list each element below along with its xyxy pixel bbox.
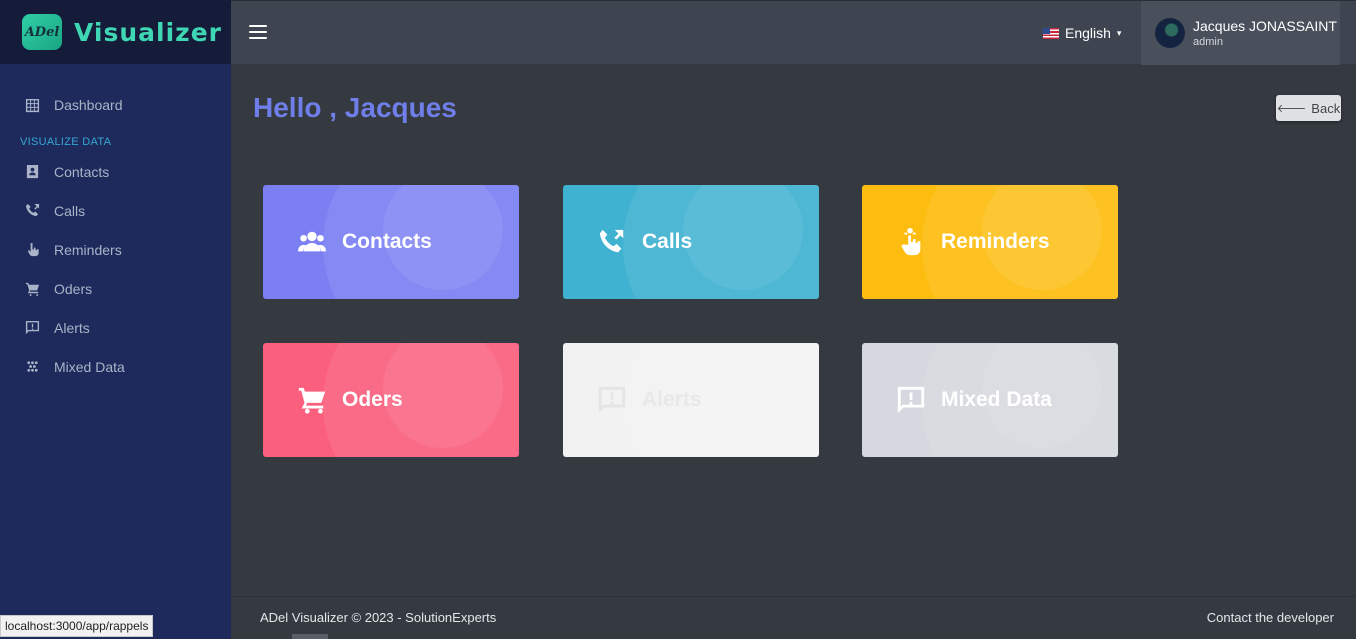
dots-grid-icon <box>24 359 40 375</box>
sidebar-nav: Dashboard VISUALIZE DATA Contacts Calls … <box>0 64 231 386</box>
sidebar-item-reminders[interactable]: Reminders <box>0 230 231 269</box>
card-contacts[interactable]: Contacts <box>263 185 519 299</box>
user-menu[interactable]: Jacques JONASSAINT admin <box>1141 1 1340 65</box>
sidebar-item-label: Reminders <box>54 241 122 258</box>
sidebar-item-calls[interactable]: Calls <box>0 191 231 230</box>
users-icon <box>296 226 328 258</box>
browser-status-url: localhost:3000/app/rappels <box>0 615 154 637</box>
arrow-left-icon: 🡐 <box>1276 103 1307 115</box>
contact-developer-link[interactable]: Contact the developer <box>1207 610 1334 625</box>
us-flag-icon <box>1043 27 1059 39</box>
sidebar-section-title: VISUALIZE DATA <box>20 136 112 148</box>
card-label: Oders <box>342 388 403 411</box>
language-selector[interactable]: English ▾ <box>1043 25 1121 41</box>
alert-message-icon <box>895 384 927 416</box>
footer-copyright: ADel Visualizer © 2023 - SolutionExperts <box>260 610 497 625</box>
card-label: Reminders <box>941 230 1050 253</box>
sidebar-item-contacts[interactable]: Contacts <box>0 152 231 191</box>
dashboard-grid-icon <box>24 97 40 113</box>
card-reminders[interactable]: Reminders <box>862 185 1118 299</box>
card-oders[interactable]: Oders <box>263 343 519 457</box>
sidebar-item-label: Alerts <box>54 319 90 336</box>
card-label: Alerts <box>642 388 702 411</box>
hand-reminder-icon <box>895 226 927 258</box>
footer: ADel Visualizer © 2023 - SolutionExperts… <box>231 596 1356 639</box>
page-title: Hello , Jacques <box>253 92 457 123</box>
brand[interactable]: ADel Visualizer <box>0 0 231 64</box>
card-mixed-data[interactable]: Mixed Data <box>862 343 1118 457</box>
sidebar-item-label: Mixed Data <box>54 358 125 375</box>
card-calls[interactable]: Calls <box>563 185 819 299</box>
cart-icon <box>24 281 40 297</box>
alert-message-icon <box>24 320 40 336</box>
hand-pointer-icon <box>24 242 40 258</box>
avatar <box>1155 18 1185 48</box>
sidebar-item-alerts[interactable]: Alerts <box>0 308 231 347</box>
card-alerts[interactable]: Alerts <box>563 343 819 457</box>
sidebar-item-label: Calls <box>54 202 86 219</box>
sidebar-item-label: Oders <box>54 280 93 297</box>
language-label: English <box>1065 25 1111 41</box>
user-role: admin <box>1193 36 1223 48</box>
cart-icon <box>296 384 328 416</box>
menu-toggle-icon[interactable] <box>249 25 267 39</box>
user-name: Jacques JONASSAINT <box>1193 18 1337 34</box>
brand-name: Visualizer <box>74 17 223 47</box>
topbar: English ▾ Jacques JONASSAINT admin <box>231 0 1356 65</box>
sidebar-item-label: Dashboard <box>54 97 123 113</box>
back-label: Back <box>1311 100 1341 116</box>
contact-card-icon <box>24 164 40 180</box>
sidebar-item-oders[interactable]: Oders <box>0 269 231 308</box>
sidebar: ADel Visualizer Dashboard VISUALIZE DATA… <box>0 0 231 639</box>
card-label: Mixed Data <box>941 388 1052 411</box>
alert-message-icon <box>596 384 628 416</box>
sidebar-item-dashboard[interactable]: Dashboard <box>0 92 231 118</box>
phone-incoming-icon <box>596 226 628 258</box>
card-label: Contacts <box>342 230 432 253</box>
phone-icon <box>24 203 40 219</box>
back-button[interactable]: 🡐 Back <box>1276 95 1341 121</box>
horizontal-scrollbar[interactable] <box>292 634 328 639</box>
sidebar-item-label: Contacts <box>54 163 110 180</box>
brand-logo: ADel <box>22 14 62 50</box>
sidebar-item-mixed-data[interactable]: Mixed Data <box>0 347 231 386</box>
chevron-down-icon: ▾ <box>1116 27 1122 38</box>
card-label: Calls <box>642 230 693 253</box>
